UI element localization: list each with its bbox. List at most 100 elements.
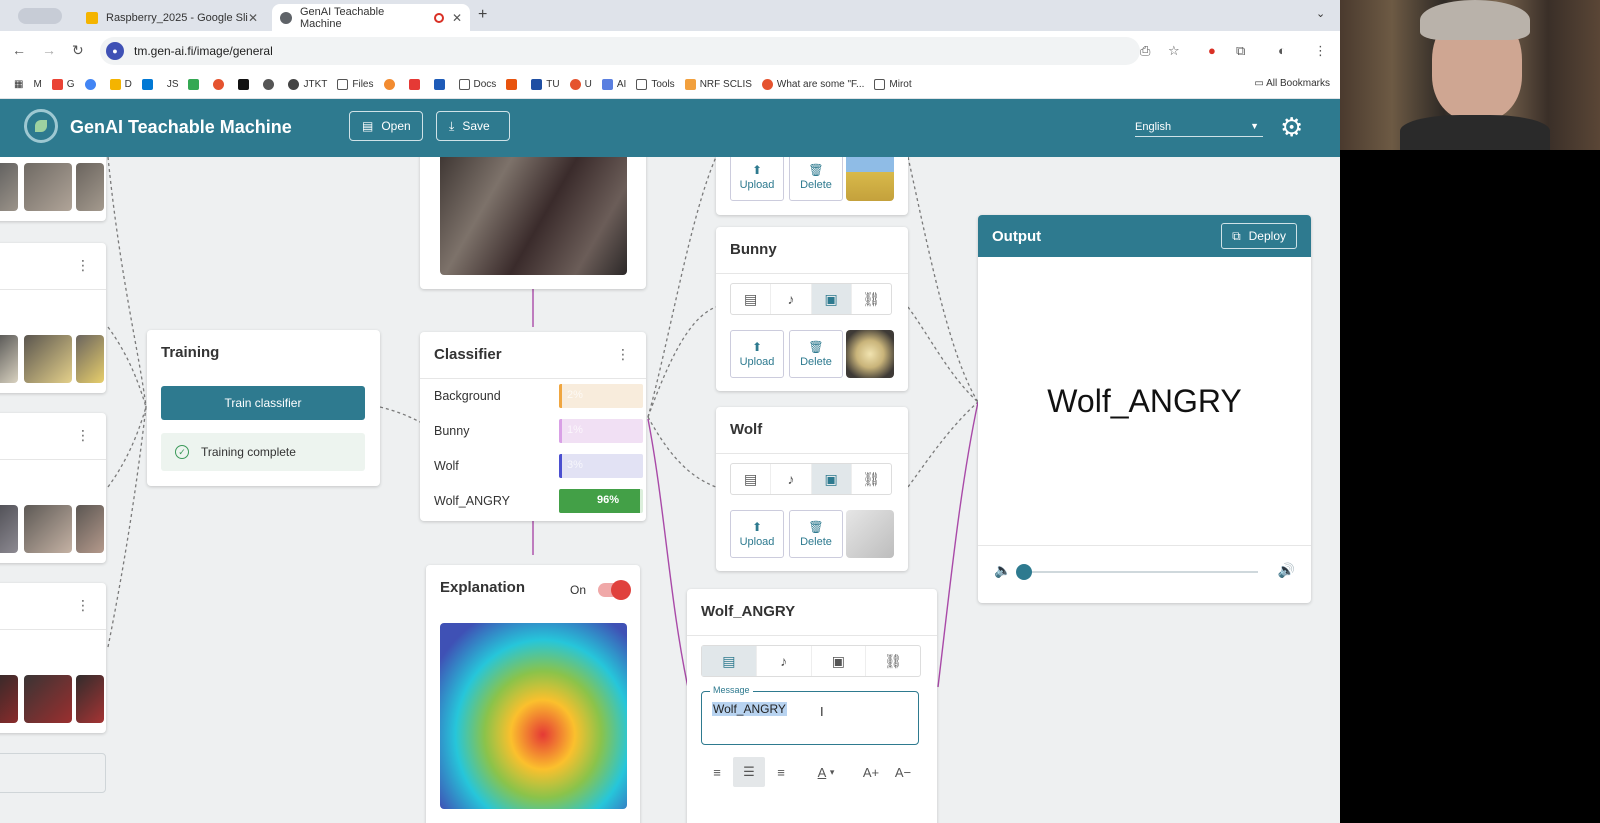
url-text[interactable]: tm.gen-ai.fi/image/general bbox=[134, 44, 273, 58]
bookmark-folder[interactable]: Files bbox=[337, 79, 374, 90]
sample-thumbnail[interactable] bbox=[0, 675, 18, 723]
upload-button[interactable]: ⬆ Upload bbox=[730, 510, 784, 558]
extensions-icon[interactable]: ⧉ bbox=[1236, 43, 1245, 59]
font-increase-icon[interactable]: A+ bbox=[855, 757, 887, 787]
sample-thumbnail[interactable] bbox=[76, 505, 104, 553]
text-type-icon[interactable]: ▤ bbox=[702, 646, 757, 676]
language-select[interactable]: English ▼ bbox=[1135, 121, 1263, 137]
image-type-icon[interactable]: ▣ bbox=[812, 646, 867, 676]
install-icon[interactable]: ⎙ bbox=[1140, 43, 1150, 59]
new-tab-button[interactable]: + bbox=[478, 6, 487, 24]
bookmark[interactable] bbox=[408, 79, 424, 90]
bookmark[interactable]: NRF SCLIS bbox=[684, 79, 752, 90]
text-color-button[interactable]: A ▾ bbox=[803, 757, 849, 787]
tab-genai[interactable]: GenAI Teachable Machine ✕ bbox=[272, 4, 470, 31]
kebab-menu-icon[interactable]: ⋮ bbox=[76, 597, 90, 614]
upload-button[interactable]: ⬆ Upload bbox=[730, 330, 784, 378]
bookmark[interactable] bbox=[433, 79, 449, 90]
volume-slider-thumb[interactable] bbox=[1016, 564, 1032, 580]
music-type-icon[interactable]: ♪ bbox=[757, 646, 812, 676]
deploy-button[interactable]: ⧉ Deploy bbox=[1221, 223, 1297, 249]
bookmark[interactable]: TU bbox=[531, 79, 560, 90]
music-type-icon[interactable]: ♪ bbox=[771, 284, 812, 314]
sample-thumbnail[interactable] bbox=[0, 335, 18, 383]
delete-button[interactable]: 🗑 Delete bbox=[789, 157, 843, 201]
message-value[interactable]: Wolf_ANGRY bbox=[712, 702, 787, 716]
tab-dropdown-icon[interactable]: ⌄ bbox=[1316, 7, 1325, 20]
align-center-icon[interactable]: ☰ bbox=[733, 757, 765, 787]
gear-icon[interactable]: ⚙ bbox=[1280, 112, 1303, 143]
align-left-icon[interactable]: ≡ bbox=[701, 757, 733, 787]
open-button[interactable]: ▤ Open bbox=[349, 111, 423, 141]
bookmark[interactable] bbox=[238, 79, 253, 90]
upload-button[interactable]: ⬆ Upload bbox=[730, 157, 784, 201]
font-decrease-icon[interactable]: A− bbox=[887, 757, 919, 787]
profile-icon[interactable]: ◐ bbox=[1278, 43, 1286, 58]
delete-button[interactable]: 🗑 Delete bbox=[789, 510, 843, 558]
text-type-icon[interactable]: ▤ bbox=[731, 284, 772, 314]
volume-up-icon[interactable]: 🔊 bbox=[1278, 562, 1295, 579]
sample-thumbnail[interactable] bbox=[76, 675, 104, 723]
bookmark[interactable] bbox=[188, 79, 203, 90]
output-image-thumbnail[interactable] bbox=[846, 510, 894, 558]
sample-thumbnail[interactable] bbox=[24, 505, 72, 553]
align-right-icon[interactable]: ≡ bbox=[765, 757, 797, 787]
sample-thumbnail[interactable] bbox=[24, 335, 72, 383]
address-bar[interactable]: ● tm.gen-ai.fi/image/general bbox=[100, 37, 1140, 65]
kebab-menu-icon[interactable]: ⋮ bbox=[76, 427, 90, 444]
bookmark-folder[interactable]: Docs bbox=[458, 79, 496, 90]
back-icon[interactable]: ← bbox=[12, 42, 26, 58]
volume-slider-track[interactable] bbox=[1026, 571, 1258, 573]
sample-thumbnail[interactable] bbox=[0, 505, 18, 553]
bookmark[interactable]: AI bbox=[601, 79, 626, 90]
delete-button[interactable]: 🗑 Delete bbox=[789, 330, 843, 378]
link-type-icon[interactable]: ⛓ bbox=[866, 646, 920, 676]
bookmark[interactable] bbox=[141, 79, 157, 90]
bookmark[interactable] bbox=[263, 79, 278, 90]
bookmark[interactable]: JS bbox=[167, 79, 179, 90]
bookmark[interactable] bbox=[84, 79, 100, 90]
music-type-icon[interactable]: ♪ bbox=[771, 464, 812, 494]
explanation-toggle[interactable] bbox=[598, 580, 631, 600]
sample-thumbnail[interactable] bbox=[76, 335, 104, 383]
bookmark[interactable] bbox=[383, 79, 399, 90]
output-image-thumbnail[interactable] bbox=[846, 157, 894, 201]
sample-thumbnail[interactable] bbox=[76, 163, 104, 211]
kebab-menu-icon[interactable]: ⋮ bbox=[616, 346, 630, 363]
opera-icon[interactable]: ● bbox=[1208, 43, 1216, 58]
bookmark[interactable]: JTKT bbox=[288, 79, 327, 90]
bookmark[interactable] bbox=[213, 79, 228, 90]
site-info-icon[interactable]: ● bbox=[106, 42, 124, 60]
train-classifier-button[interactable]: Train classifier bbox=[161, 386, 365, 420]
tab-search-button[interactable] bbox=[18, 8, 62, 24]
bookmark[interactable]: U bbox=[569, 79, 592, 90]
link-type-icon[interactable]: ⛓ bbox=[852, 464, 891, 494]
sample-thumbnail[interactable] bbox=[0, 163, 18, 211]
bookmark[interactable]: What are some "F... bbox=[761, 79, 864, 90]
output-image-thumbnail[interactable] bbox=[846, 330, 894, 378]
bookmark[interactable]: D bbox=[109, 79, 132, 90]
image-type-icon[interactable]: ▣ bbox=[811, 284, 852, 314]
volume-mute-icon[interactable]: 🔈 bbox=[994, 562, 1011, 579]
sample-thumbnail[interactable] bbox=[24, 163, 72, 211]
tab-raspberry[interactable]: Raspberry_2025 - Google Sli ✕ bbox=[78, 4, 266, 31]
message-textarea[interactable]: Message Wolf_ANGRY I bbox=[701, 685, 919, 745]
save-button[interactable]: ⤓ Save bbox=[436, 111, 510, 141]
reload-icon[interactable]: ↻ bbox=[72, 42, 84, 59]
star-icon[interactable]: ☆ bbox=[1168, 43, 1180, 59]
bookmark-folder[interactable]: Tools bbox=[636, 79, 675, 90]
add-class-button[interactable] bbox=[0, 753, 106, 793]
sample-thumbnail[interactable] bbox=[24, 675, 72, 723]
image-type-icon[interactable]: ▣ bbox=[811, 464, 852, 494]
bookmark[interactable] bbox=[506, 79, 521, 90]
apps-icon[interactable]: ▦ bbox=[14, 79, 23, 90]
bookmark[interactable]: M bbox=[33, 79, 41, 90]
forward-icon[interactable]: → bbox=[42, 42, 56, 58]
close-icon[interactable]: ✕ bbox=[248, 11, 258, 25]
kebab-menu-icon[interactable]: ⋮ bbox=[76, 257, 90, 274]
menu-icon[interactable]: ⋮ bbox=[1314, 43, 1327, 59]
bookmark[interactable]: G bbox=[51, 79, 75, 90]
text-type-icon[interactable]: ▤ bbox=[731, 464, 772, 494]
close-icon[interactable]: ✕ bbox=[452, 11, 462, 25]
all-bookmarks[interactable]: ▭ All Bookmarks bbox=[1254, 78, 1330, 89]
